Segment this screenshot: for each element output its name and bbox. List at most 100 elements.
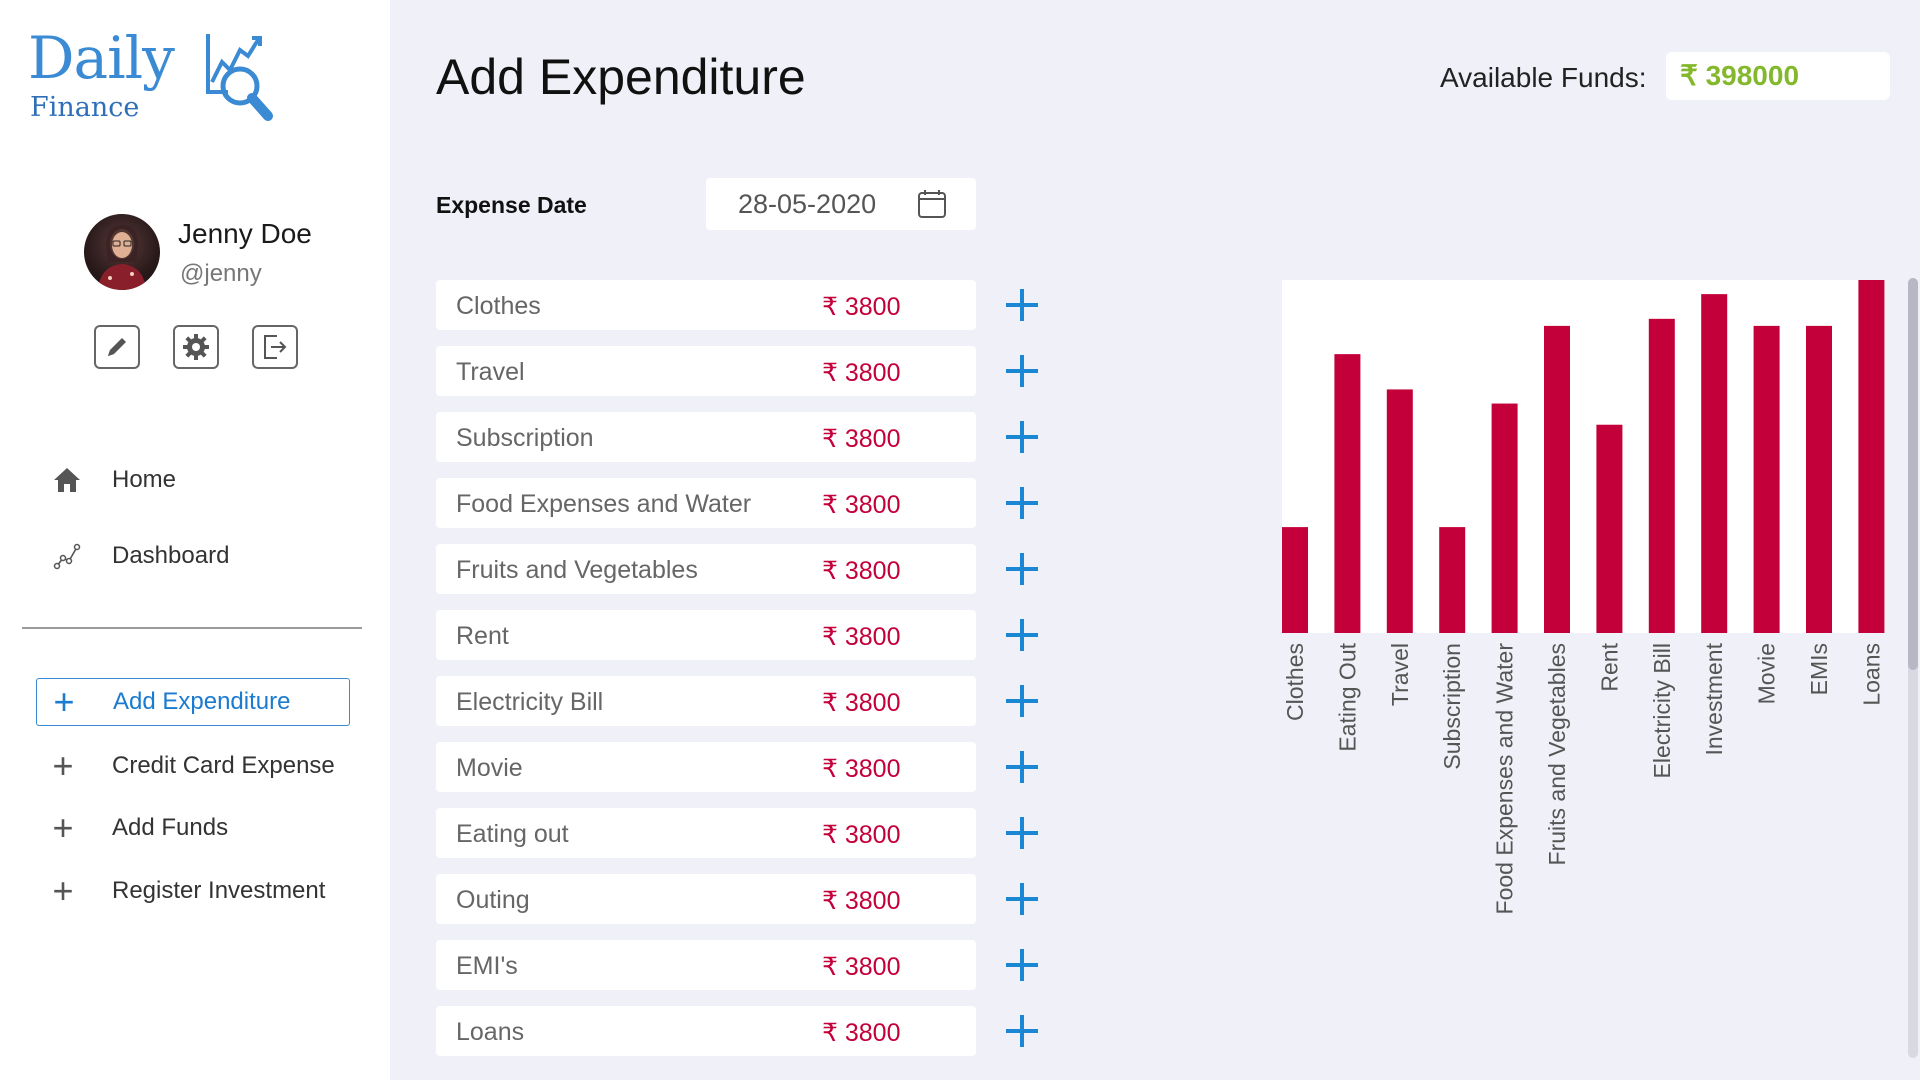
add-loans-button[interactable] bbox=[1004, 1013, 1040, 1049]
plus-icon: + bbox=[52, 745, 74, 786]
expense-row-eating-out[interactable]: Eating out ₹ 3800 bbox=[436, 808, 976, 858]
menu-label: Register Investment bbox=[112, 877, 326, 904]
expense-date-label: Expense Date bbox=[436, 192, 587, 218]
chart-bar bbox=[1753, 325, 1780, 633]
add-eating-out-button[interactable] bbox=[1004, 815, 1040, 851]
chart-tick-label: Food Expenses and Water bbox=[1492, 643, 1518, 915]
add-electricity-button[interactable] bbox=[1004, 683, 1040, 719]
expense-date-input[interactable]: 28-05-2020 bbox=[706, 178, 976, 230]
logout-button[interactable] bbox=[252, 325, 298, 369]
expense-row-fruits[interactable]: Fruits and Vegetables ₹ 3800 bbox=[436, 544, 976, 594]
expense-amount: ₹ 3800 bbox=[822, 821, 901, 849]
add-fruits-button[interactable] bbox=[1004, 551, 1040, 587]
sidebar-divider bbox=[22, 627, 362, 629]
chart-tick-label: Investment bbox=[1701, 642, 1727, 755]
expense-name: Clothes bbox=[456, 292, 541, 320]
add-movie-button[interactable] bbox=[1004, 749, 1040, 785]
available-funds-value: ₹ 398000 bbox=[1666, 52, 1890, 100]
expense-date-value: 28-05-2020 bbox=[738, 189, 877, 219]
expense-row-clothes[interactable]: Clothes ₹ 3800 bbox=[436, 280, 976, 330]
logo-subtitle: Finance bbox=[30, 92, 140, 123]
chart-bar bbox=[1701, 294, 1728, 633]
plus-icon: + bbox=[52, 807, 74, 848]
nav-dashboard[interactable]: Dashboard bbox=[50, 536, 229, 576]
menu-register-investment[interactable]: + Register Investment bbox=[36, 867, 350, 915]
expense-row-travel[interactable]: Travel ₹ 3800 bbox=[436, 346, 976, 396]
profile-handle: @jenny bbox=[180, 260, 262, 287]
menu-label: Add Expenditure bbox=[113, 688, 291, 715]
expense-amount: ₹ 3800 bbox=[822, 887, 901, 915]
add-rent-button[interactable] bbox=[1004, 617, 1040, 653]
chart-bar bbox=[1596, 424, 1623, 633]
add-subscription-button[interactable] bbox=[1004, 419, 1040, 455]
expense-name: Electricity Bill bbox=[456, 688, 604, 716]
pencil-icon bbox=[108, 338, 126, 356]
chart-tick-label: Subscription bbox=[1439, 643, 1465, 770]
expense-name: Rent bbox=[456, 622, 509, 650]
expense-amount: ₹ 3800 bbox=[822, 557, 901, 585]
nav-dashboard-label: Dashboard bbox=[112, 542, 230, 569]
add-emis-button[interactable] bbox=[1004, 947, 1040, 983]
chart-bar bbox=[1334, 354, 1361, 633]
chart-tick-label: EMIs bbox=[1806, 643, 1832, 695]
nav-home-label: Home bbox=[112, 466, 177, 493]
expense-row-electricity[interactable]: Electricity Bill ₹ 3800 bbox=[436, 676, 976, 726]
menu-credit-card-expense[interactable]: + Credit Card Expense bbox=[36, 742, 350, 790]
gear-icon bbox=[183, 334, 209, 360]
menu-label: Credit Card Expense bbox=[112, 752, 335, 779]
chart-tick-label: Eating Out bbox=[1334, 642, 1360, 751]
app-logo[interactable]: Daily Finance bbox=[28, 26, 288, 126]
edit-profile-button[interactable] bbox=[94, 325, 140, 369]
chart-line-icon bbox=[50, 539, 84, 573]
expense-row-loans[interactable]: Loans ₹ 3800 bbox=[436, 1006, 976, 1056]
expense-name: EMI's bbox=[456, 952, 518, 980]
expense-amount: ₹ 3800 bbox=[822, 1019, 901, 1047]
logout-icon bbox=[264, 335, 287, 359]
expense-name: Loans bbox=[456, 1018, 525, 1046]
expense-row-subscription[interactable]: Subscription ₹ 3800 bbox=[436, 412, 976, 462]
expense-amount: ₹ 3800 bbox=[822, 755, 901, 783]
chart-tick-label: Loans bbox=[1858, 643, 1884, 706]
chart-tick-label: Fruits and Vegetables bbox=[1544, 643, 1570, 865]
expense-name: Eating out bbox=[456, 820, 569, 848]
chart-bar bbox=[1648, 318, 1675, 633]
expense-name: Subscription bbox=[456, 424, 594, 452]
menu-add-funds[interactable]: + Add Funds bbox=[36, 804, 350, 852]
expense-row-outing[interactable]: Outing ₹ 3800 bbox=[436, 874, 976, 924]
expense-row-movie[interactable]: Movie ₹ 3800 bbox=[436, 742, 976, 792]
avatar[interactable] bbox=[84, 214, 160, 290]
chart-bar bbox=[1386, 389, 1413, 633]
add-clothes-button[interactable] bbox=[1004, 287, 1040, 323]
expense-amount: ₹ 3800 bbox=[822, 359, 901, 387]
expense-name: Fruits and Vegetables bbox=[456, 556, 698, 584]
nav-home[interactable]: Home bbox=[50, 460, 176, 500]
menu-add-expenditure[interactable]: + Add Expenditure bbox=[36, 678, 350, 726]
expense-chart: Clothes Eating Out Travel Subscription Food … bbox=[1260, 270, 1900, 960]
expense-row-food[interactable]: Food Expenses and Water ₹ 3800 bbox=[436, 478, 976, 528]
chart-tick-label: Travel bbox=[1387, 643, 1413, 706]
scrollbar-thumb[interactable] bbox=[1908, 278, 1918, 670]
expense-amount: ₹ 3800 bbox=[822, 689, 901, 717]
expense-name: Outing bbox=[456, 886, 530, 914]
chart-bar bbox=[1491, 403, 1518, 633]
expense-amount: ₹ 3800 bbox=[822, 953, 901, 981]
chart-bar bbox=[1544, 325, 1570, 633]
add-food-button[interactable] bbox=[1004, 485, 1040, 521]
plus-icon: + bbox=[52, 870, 74, 911]
menu-label: Add Funds bbox=[112, 814, 229, 841]
calendar-icon[interactable] bbox=[916, 188, 948, 220]
settings-button[interactable] bbox=[173, 325, 219, 369]
expense-amount: ₹ 3800 bbox=[822, 425, 901, 453]
home-icon bbox=[50, 463, 84, 497]
chart-tick-label: Clothes bbox=[1282, 643, 1308, 721]
add-outing-button[interactable] bbox=[1004, 881, 1040, 917]
add-travel-button[interactable] bbox=[1004, 353, 1040, 389]
expense-row-rent[interactable]: Rent ₹ 3800 bbox=[436, 610, 976, 660]
expense-row-emis[interactable]: EMI's ₹ 3800 bbox=[436, 940, 976, 990]
chart-tick-label: Electricity Bill bbox=[1649, 643, 1675, 778]
chart-tick-label: Rent bbox=[1596, 642, 1622, 691]
magnifier-chart-icon bbox=[206, 34, 273, 121]
expense-name: Travel bbox=[456, 358, 525, 386]
logo-word: Daily bbox=[28, 24, 175, 92]
chart-bar bbox=[1858, 280, 1885, 633]
